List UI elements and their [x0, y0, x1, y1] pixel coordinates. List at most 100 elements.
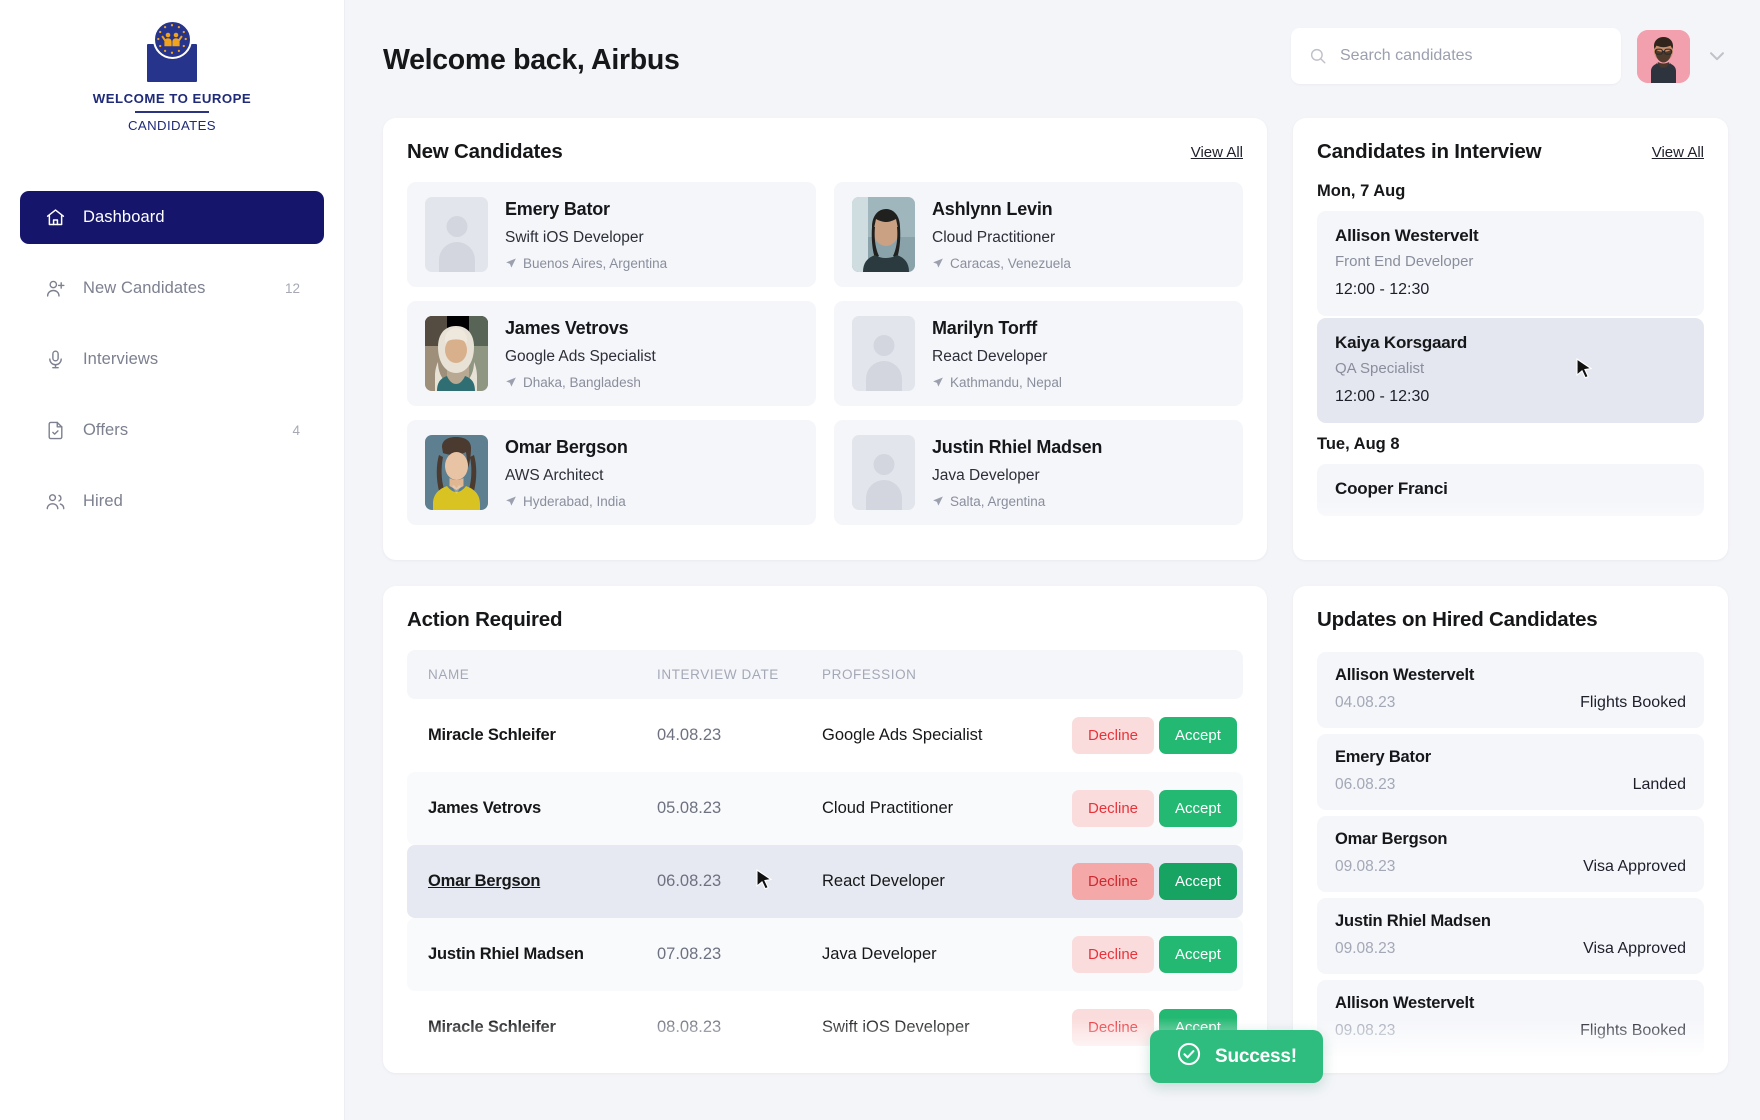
- table-row[interactable]: James Vetrovs 05.08.23 Cloud Practitione…: [407, 772, 1243, 845]
- candidate-name: Marilyn Torff: [932, 317, 1038, 338]
- interview-list-item[interactable]: Cooper Franci: [1317, 464, 1704, 516]
- candidate-name: James Vetrovs: [505, 317, 629, 338]
- column-header-name: NAME: [407, 650, 657, 699]
- cell-actions: Decline Accept: [1072, 699, 1243, 772]
- row-candidate-name: Miracle Schleifer: [428, 1018, 556, 1036]
- hired-update-status: Flights Booked: [1580, 694, 1686, 711]
- candidate-card[interactable]: James Vetrovs Google Ads Specialist Dhak…: [407, 301, 816, 406]
- interview-candidate-name: Kaiya Korsgaard: [1335, 333, 1468, 352]
- brand-divider: [135, 111, 209, 113]
- row-candidate-name[interactable]: Omar Bergson: [428, 872, 540, 890]
- candidate-location-text: Caracas, Venezuela: [950, 255, 1071, 271]
- hired-update-date: 04.08.23: [1335, 694, 1396, 711]
- candidate-card[interactable]: Omar Bergson AWS Architect Hyderabad, In…: [407, 420, 816, 525]
- hired-update-item[interactable]: Allison Westervelt 04.08.23 Flights Book…: [1317, 652, 1704, 728]
- hired-update-item[interactable]: Allison Westervelt 09.08.23 Flights Book…: [1317, 980, 1704, 1056]
- sidebar-item-offers[interactable]: Offers 4: [20, 404, 324, 457]
- row-candidate-name: James Vetrovs: [428, 799, 541, 817]
- candidate-avatar: [425, 316, 488, 391]
- candidate-card[interactable]: Ashlynn Levin Cloud Practitioner Caracas…: [834, 182, 1243, 287]
- check-circle-icon: [1176, 1041, 1202, 1072]
- cell-profession: Java Developer: [822, 945, 937, 963]
- interview-time: 12:00 - 12:30: [1335, 281, 1430, 298]
- candidate-card[interactable]: Justin Rhiel Madsen Java Developer Salta…: [834, 420, 1243, 525]
- search-icon: [1309, 47, 1327, 65]
- sidebar-item-dashboard[interactable]: Dashboard: [20, 190, 324, 244]
- column-header-actions: [1072, 650, 1243, 699]
- top-bar: Welcome back, Airbus: [383, 28, 1728, 106]
- accept-button[interactable]: Accept: [1159, 717, 1237, 754]
- candidate-location: Salta, Argentina: [932, 494, 1102, 509]
- sidebar-item-interviews[interactable]: Interviews: [20, 333, 324, 386]
- candidates-in-interview-view-all-link[interactable]: View All: [1652, 144, 1704, 161]
- candidate-location-text: Dhaka, Bangladesh: [523, 374, 641, 390]
- candidate-location-text: Hyderabad, India: [523, 493, 626, 509]
- interview-list-item[interactable]: Allison Westervelt Front End Developer 1…: [1317, 211, 1704, 316]
- new-candidates-card: New Candidates View All Emery Bator Swif…: [383, 118, 1267, 560]
- location-pin-icon: [505, 495, 517, 507]
- decline-button[interactable]: Decline: [1072, 1009, 1155, 1046]
- sidebar-item-hired[interactable]: Hired: [20, 475, 324, 528]
- hired-update-item[interactable]: Justin Rhiel Madsen 09.08.23 Visa Approv…: [1317, 898, 1704, 974]
- action-required-card: Action Required NAME INTERVIEW DATE PROF…: [383, 586, 1267, 1073]
- cell-name: Miracle Schleifer: [407, 991, 657, 1064]
- location-pin-icon: [505, 376, 517, 388]
- interview-day-heading: Tue, Aug 8: [1317, 435, 1400, 453]
- sidebar-item-new-candidates[interactable]: New Candidates 12: [20, 262, 324, 315]
- accept-button[interactable]: Accept: [1159, 790, 1237, 827]
- success-toast[interactable]: Success!: [1150, 1030, 1323, 1083]
- decline-button[interactable]: Decline: [1072, 790, 1155, 827]
- decline-button[interactable]: Decline: [1072, 717, 1155, 754]
- interview-candidate-name: Allison Westervelt: [1335, 226, 1479, 245]
- table-row[interactable]: Justin Rhiel Madsen 07.08.23 Java Develo…: [407, 918, 1243, 991]
- table-header: NAME INTERVIEW DATE PROFESSION: [407, 650, 1243, 699]
- hired-candidate-name: Allison Westervelt: [1335, 666, 1475, 684]
- table-body: Miracle Schleifer 04.08.23 Google Ads Sp…: [407, 699, 1243, 1064]
- hired-candidate-name: Justin Rhiel Madsen: [1335, 912, 1491, 930]
- candidate-name: Ashlynn Levin: [932, 198, 1053, 219]
- candidates-in-interview-title: Candidates in Interview: [1317, 140, 1542, 163]
- accept-button[interactable]: Accept: [1159, 936, 1237, 973]
- hired-update-date: 09.08.23: [1335, 1022, 1396, 1039]
- table-row[interactable]: Miracle Schleifer 04.08.23 Google Ads Sp…: [407, 699, 1243, 772]
- candidate-role: Swift iOS Developer: [505, 228, 644, 246]
- decline-button[interactable]: Decline: [1072, 863, 1155, 900]
- search-box[interactable]: [1291, 28, 1621, 84]
- location-pin-icon: [932, 376, 944, 388]
- cell-profession: Google Ads Specialist: [822, 726, 983, 744]
- location-pin-icon: [932, 495, 944, 507]
- avatar[interactable]: [1637, 29, 1690, 83]
- candidate-avatar: [425, 197, 488, 272]
- candidates-in-interview-header: Candidates in Interview View All: [1317, 140, 1704, 164]
- search-input[interactable]: [1340, 47, 1603, 65]
- accept-button[interactable]: Accept: [1159, 863, 1237, 900]
- cell-name: Justin Rhiel Madsen: [407, 918, 657, 991]
- new-candidates-title: New Candidates: [407, 140, 563, 163]
- cell-profession: Cloud Practitioner: [822, 799, 954, 817]
- hired-update-status: Visa Approved: [1583, 940, 1686, 957]
- cell-date: 08.08.23: [657, 1018, 722, 1036]
- interview-candidate-role: QA Specialist: [1335, 360, 1425, 377]
- new-candidates-list: Emery Bator Swift iOS Developer Buenos A…: [407, 182, 1243, 525]
- candidate-card[interactable]: Marilyn Torff React Developer Kathmandu,…: [834, 301, 1243, 406]
- new-candidates-view-all-link[interactable]: View All: [1191, 144, 1243, 161]
- decline-button[interactable]: Decline: [1072, 936, 1155, 973]
- hired-update-item[interactable]: Emery Bator 06.08.23 Landed: [1317, 734, 1704, 810]
- main-content: Welcome back, Airbus Search candidates N…: [345, 0, 1760, 1120]
- table-row[interactable]: Miracle Schleifer 08.08.23 Swift iOS Dev…: [407, 991, 1243, 1064]
- users-icon: [44, 490, 66, 512]
- chevron-down-icon[interactable]: [1706, 45, 1728, 67]
- user-plus-icon: [44, 277, 66, 299]
- candidate-location-text: Buenos Aires, Argentina: [523, 255, 668, 271]
- microphone-icon: [44, 348, 66, 370]
- interview-list-item[interactable]: Kaiya Korsgaard QA Specialist 12:00 - 12…: [1317, 318, 1704, 423]
- hired-update-item[interactable]: Omar Bergson 09.08.23 Visa Approved: [1317, 816, 1704, 892]
- location-pin-icon: [505, 257, 517, 269]
- cell-actions: Decline Accept: [1072, 845, 1243, 918]
- sidebar-item-label: Interviews: [83, 349, 159, 368]
- candidate-card[interactable]: Emery Bator Swift iOS Developer Buenos A…: [407, 182, 816, 287]
- table-row[interactable]: Omar Bergson 06.08.23 React Developer De…: [407, 845, 1243, 918]
- cell-actions: Decline Accept: [1072, 772, 1243, 845]
- candidate-location: Dhaka, Bangladesh: [505, 375, 656, 390]
- updates-on-hired-card: Updates on Hired Candidates Allison West…: [1293, 586, 1728, 1073]
